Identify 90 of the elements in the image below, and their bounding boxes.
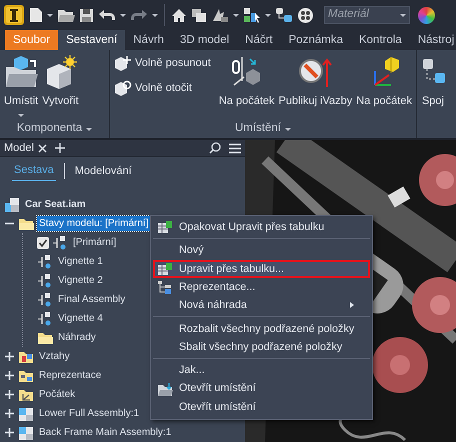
folder-icon[interactable] bbox=[57, 8, 75, 22]
menu-item[interactable]: Jak... bbox=[153, 361, 370, 380]
state-icon bbox=[52, 234, 68, 250]
network-icon[interactable] bbox=[275, 7, 293, 23]
expand-icon[interactable] bbox=[4, 370, 15, 381]
checkbox[interactable] bbox=[37, 236, 49, 248]
state-icon bbox=[37, 292, 53, 308]
caret-icon bbox=[400, 14, 406, 16]
caret-icon[interactable] bbox=[120, 14, 126, 16]
ribbon-button[interactable]: Vytvořit bbox=[41, 53, 80, 115]
assembly-icon bbox=[18, 424, 34, 440]
state-icon bbox=[37, 310, 53, 326]
caret-icon[interactable] bbox=[86, 128, 92, 130]
tree-item[interactable]: Vztahy bbox=[37, 349, 72, 364]
caret-icon[interactable] bbox=[233, 14, 239, 16]
windows-icon[interactable] bbox=[191, 8, 207, 22]
tree-item[interactable]: Lower Full Assembly:1 bbox=[37, 406, 142, 421]
ribbon-button[interactable]: Publikuj iVazby bbox=[278, 53, 354, 115]
sketch-icon[interactable] bbox=[211, 8, 229, 22]
table-icon bbox=[157, 220, 173, 234]
ribbon-button[interactable]: Volně otočit bbox=[113, 78, 212, 98]
caret-icon[interactable] bbox=[265, 14, 271, 16]
caret-icon[interactable] bbox=[152, 14, 158, 16]
menu-icon[interactable] bbox=[229, 142, 241, 154]
tree-item[interactable]: Stavy modelu: [Primární] bbox=[37, 216, 150, 231]
add-icon[interactable] bbox=[54, 143, 65, 153]
undo-icon[interactable] bbox=[98, 9, 116, 21]
group-title: Umístění bbox=[234, 121, 281, 136]
save-icon[interactable] bbox=[79, 8, 94, 22]
ribbon-tab[interactable]: Nástroj bbox=[410, 30, 456, 50]
menu-item[interactable]: Upravit přes tabulku... bbox=[153, 260, 370, 278]
tree-item[interactable]: Náhrady bbox=[56, 330, 98, 345]
ribbon-tab[interactable]: Poznámka bbox=[280, 30, 351, 50]
color-wheel-icon[interactable] bbox=[418, 6, 435, 24]
new-document-icon[interactable] bbox=[29, 7, 43, 23]
home-icon[interactable] bbox=[171, 8, 187, 22]
menu-item[interactable]: Nový bbox=[153, 241, 370, 260]
sphere-icon bbox=[297, 6, 314, 24]
state-icon bbox=[37, 254, 53, 270]
caret-icon[interactable] bbox=[284, 128, 291, 130]
tree-icon bbox=[157, 280, 173, 294]
menu-item[interactable]: Otevřít umístění bbox=[153, 398, 370, 416]
expand-icon[interactable] bbox=[4, 389, 15, 400]
tree-item[interactable]: Final Assembly bbox=[56, 292, 128, 307]
tree-item[interactable]: Vignette 2 bbox=[56, 273, 105, 288]
ribbon-button[interactable]: Na počátek bbox=[218, 53, 276, 115]
state-icon bbox=[37, 272, 53, 288]
material-dropdown[interactable]: Materiál bbox=[324, 6, 410, 24]
expand-icon[interactable] bbox=[4, 351, 15, 362]
assembly-icon bbox=[4, 196, 20, 212]
menu-item[interactable]: Rozbalit všechny podřazené položky bbox=[153, 319, 370, 338]
ribbon-tab[interactable]: 3D model bbox=[172, 30, 238, 50]
group-title: Komponenta bbox=[16, 121, 82, 136]
folder-cube-icon bbox=[4, 55, 38, 89]
ribbon-button[interactable]: Umístit bbox=[3, 53, 40, 115]
view-tab[interactable]: Modelování bbox=[72, 162, 134, 180]
ribbon-tab[interactable]: Náčrt bbox=[237, 30, 281, 50]
expand-icon[interactable] bbox=[4, 427, 15, 438]
close-icon[interactable] bbox=[38, 144, 47, 152]
ribbon-tab[interactable]: Sestavení bbox=[58, 30, 126, 50]
tree-item[interactable]: Vignette 1 bbox=[56, 254, 105, 269]
select-icon[interactable] bbox=[243, 7, 261, 23]
table-icon bbox=[157, 262, 173, 276]
rotate-icon bbox=[114, 80, 132, 96]
ribbon-button[interactable]: Volně posunout bbox=[113, 53, 212, 74]
tree-item[interactable]: Vignette 4 bbox=[56, 311, 105, 326]
redo-icon[interactable] bbox=[130, 9, 148, 21]
menu-item[interactable]: Opakovat Upravit přes tabulku bbox=[153, 218, 370, 236]
app-logo-icon[interactable] bbox=[3, 4, 25, 26]
menu-item[interactable]: Nová náhrada bbox=[153, 296, 370, 314]
tree-item[interactable]: Back Frame Main Assembly:1 bbox=[37, 425, 174, 440]
search-icon[interactable] bbox=[209, 142, 221, 154]
view-tab[interactable]: Sestava bbox=[12, 161, 56, 181]
tree-item[interactable]: [Primární] bbox=[71, 235, 118, 250]
ribbon-tab[interactable]: Kontrola bbox=[350, 30, 410, 50]
caret-icon[interactable] bbox=[47, 14, 53, 16]
move-icon bbox=[114, 55, 132, 72]
menu-item[interactable]: Reprezentace... bbox=[153, 278, 370, 296]
panel-tab[interactable]: Model bbox=[4, 140, 34, 156]
ribbon-tab[interactable]: Návrh bbox=[125, 30, 172, 50]
tree-item[interactable]: Reprezentace bbox=[37, 368, 104, 383]
expand-icon[interactable] bbox=[4, 408, 15, 419]
ribbon-button[interactable]: Spoj bbox=[420, 53, 446, 115]
tree-item[interactable]: Počátek bbox=[37, 387, 78, 402]
ribbon-button[interactable]: Na počátek bbox=[355, 53, 413, 115]
menu-item[interactable]: Otevřít umístění bbox=[153, 379, 370, 398]
menu-item[interactable]: Sbalit všechny podřazené položky bbox=[153, 338, 370, 356]
folder-icon bbox=[157, 382, 173, 396]
assembly-icon bbox=[18, 406, 34, 422]
tree-item[interactable]: Car Seat.iam bbox=[23, 197, 88, 212]
